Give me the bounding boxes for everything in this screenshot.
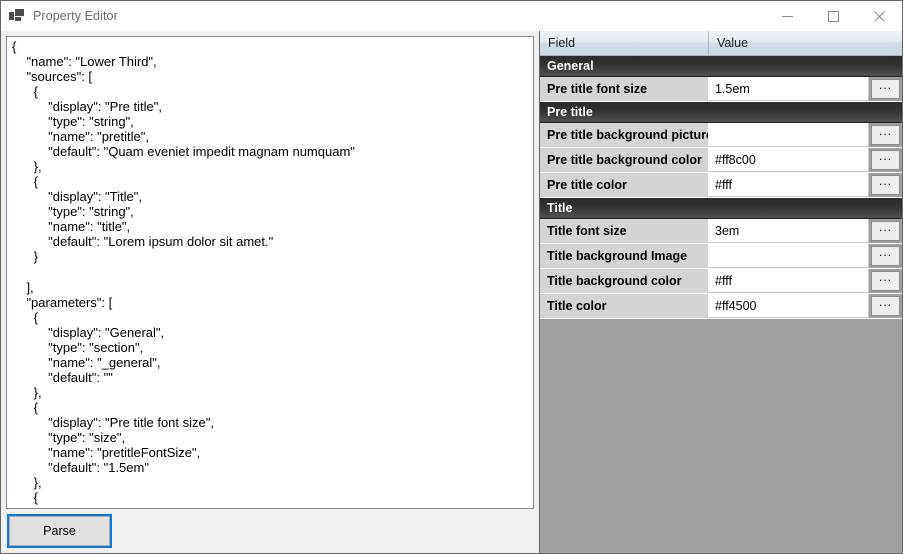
property-value-input[interactable]: #fff bbox=[709, 269, 869, 293]
ellipsis-icon: ... bbox=[878, 174, 892, 188]
property-row: Title background color #fff... bbox=[540, 269, 902, 294]
ellipsis-icon: ... bbox=[878, 245, 892, 259]
column-header-field[interactable]: Field bbox=[540, 31, 709, 55]
property-grid-rows: General Pre title font size 1.5em... Pre ti… bbox=[540, 56, 902, 319]
property-value-cell: ... bbox=[709, 123, 902, 147]
property-section-header: Title bbox=[540, 198, 902, 219]
property-label[interactable]: Title background color bbox=[540, 269, 709, 293]
property-row: Pre title font size 1.5em... bbox=[540, 77, 902, 102]
browse-ellipsis-button[interactable]: ... bbox=[871, 125, 900, 145]
json-input-pane: { "name": "Lower Third", "sources": [ { … bbox=[1, 31, 538, 553]
property-grid-header: Field Value bbox=[540, 31, 902, 56]
property-row: Pre title background picture... bbox=[540, 123, 902, 148]
property-value-input[interactable]: 3em bbox=[709, 219, 869, 243]
property-value-input[interactable]: #ff4500 bbox=[709, 294, 869, 318]
property-value-input[interactable]: #fff bbox=[709, 173, 869, 197]
parse-button[interactable]: Parse bbox=[7, 514, 112, 548]
ellipsis-icon: ... bbox=[878, 295, 892, 309]
property-editor-window: Property Editor { "name": "Lower Third",… bbox=[0, 0, 903, 554]
property-row: Title color #ff4500... bbox=[540, 294, 902, 319]
property-label[interactable]: Pre title background picture bbox=[540, 123, 709, 147]
property-value-input[interactable] bbox=[709, 123, 869, 147]
property-section-header: Pre title bbox=[540, 102, 902, 123]
property-grid: Field Value General Pre title font size 1.… bbox=[539, 31, 902, 553]
ellipsis-icon: ... bbox=[878, 78, 892, 92]
property-value-cell: #fff... bbox=[709, 269, 902, 293]
browse-ellipsis-button[interactable]: ... bbox=[871, 296, 900, 316]
property-label[interactable]: Title background Image bbox=[540, 244, 709, 268]
ellipsis-icon: ... bbox=[878, 220, 892, 234]
minimize-icon[interactable] bbox=[764, 1, 810, 31]
property-value-input[interactable]: 1.5em bbox=[709, 77, 869, 101]
property-value-cell: #ff4500... bbox=[709, 294, 902, 318]
property-value-cell: 3em... bbox=[709, 219, 902, 243]
ellipsis-icon: ... bbox=[878, 124, 892, 138]
window-controls bbox=[764, 1, 902, 31]
property-label[interactable]: Pre title background color bbox=[540, 148, 709, 172]
property-value-cell: #ff8c00... bbox=[709, 148, 902, 172]
property-section-header: General bbox=[540, 56, 902, 77]
window-title: Property Editor bbox=[33, 9, 118, 23]
json-text-content[interactable]: { "name": "Lower Third", "sources": [ { … bbox=[7, 37, 533, 505]
property-value-cell: ... bbox=[709, 244, 902, 268]
close-icon[interactable] bbox=[856, 1, 902, 31]
property-section-label: General bbox=[547, 59, 594, 73]
browse-ellipsis-button[interactable]: ... bbox=[871, 221, 900, 241]
property-grid-empty-area bbox=[540, 319, 902, 553]
browse-ellipsis-button[interactable]: ... bbox=[871, 150, 900, 170]
browse-ellipsis-button[interactable]: ... bbox=[871, 271, 900, 291]
main-content: { "name": "Lower Third", "sources": [ { … bbox=[1, 31, 902, 553]
column-header-value[interactable]: Value bbox=[709, 31, 902, 55]
property-value-input[interactable] bbox=[709, 244, 869, 268]
property-value-input[interactable]: #ff8c00 bbox=[709, 148, 869, 172]
ellipsis-icon: ... bbox=[878, 270, 892, 284]
maximize-icon[interactable] bbox=[810, 1, 856, 31]
property-row: Title font size 3em... bbox=[540, 219, 902, 244]
property-label[interactable]: Pre title color bbox=[540, 173, 709, 197]
property-value-cell: #fff... bbox=[709, 173, 902, 197]
browse-ellipsis-button[interactable]: ... bbox=[871, 175, 900, 195]
app-squares-icon bbox=[9, 8, 25, 24]
browse-ellipsis-button[interactable]: ... bbox=[871, 79, 900, 99]
property-value-cell: 1.5em... bbox=[709, 77, 902, 101]
ellipsis-icon: ... bbox=[878, 149, 892, 163]
property-label[interactable]: Pre title font size bbox=[540, 77, 709, 101]
browse-ellipsis-button[interactable]: ... bbox=[871, 246, 900, 266]
json-text-area[interactable]: { "name": "Lower Third", "sources": [ { … bbox=[6, 36, 534, 509]
property-section-label: Pre title bbox=[547, 105, 593, 119]
property-label[interactable]: Title color bbox=[540, 294, 709, 318]
property-row: Pre title color #fff... bbox=[540, 173, 902, 198]
property-section-label: Title bbox=[547, 201, 573, 215]
property-label[interactable]: Title font size bbox=[540, 219, 709, 243]
property-row: Title background Image... bbox=[540, 244, 902, 269]
property-row: Pre title background color #ff8c00... bbox=[540, 148, 902, 173]
left-pane-button-bar: Parse bbox=[1, 509, 538, 553]
title-bar: Property Editor bbox=[1, 1, 902, 31]
